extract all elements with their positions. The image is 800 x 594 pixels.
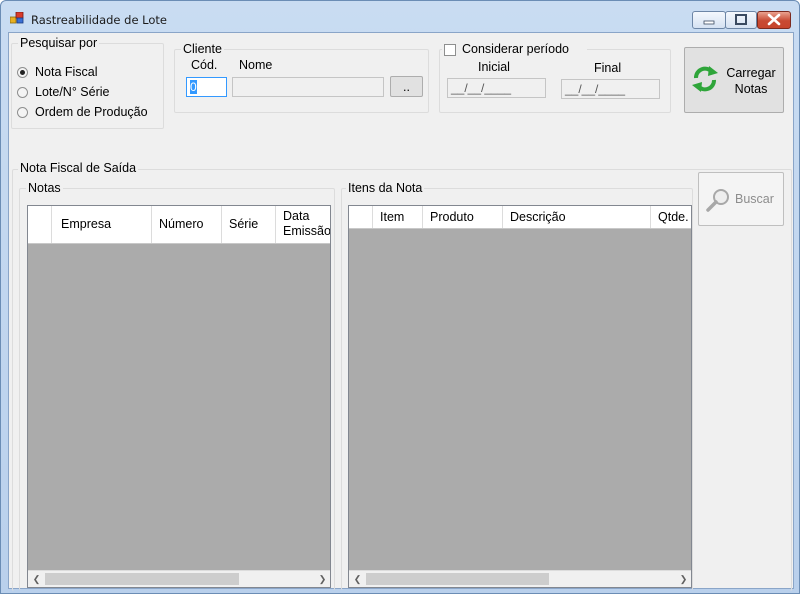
itens-grid[interactable]: Item Produto Descrição Qtde. ❮ ❯ — [348, 205, 692, 588]
carregar-label-line1: Carregar — [726, 66, 776, 80]
itens-legend: Itens da Nota — [346, 181, 425, 195]
cliente-legend: Cliente — [181, 42, 224, 56]
col-produto[interactable]: Produto — [423, 206, 503, 228]
col-serie[interactable]: Série — [222, 206, 276, 243]
notas-grid[interactable]: Empresa Número Série Data Emissão ❮ ❯ — [27, 205, 331, 588]
nota-saida-legend: Nota Fiscal de Saída — [18, 161, 139, 175]
main-window: Rastreabilidade de Lote Pesquisar por No… — [0, 0, 800, 594]
radio-nota-fiscal[interactable] — [17, 67, 28, 78]
cod-label: Cód. — [191, 58, 218, 72]
refresh-icon — [692, 66, 718, 92]
carregar-notas-button[interactable]: Carregar Notas — [684, 47, 784, 113]
close-icon — [767, 13, 781, 26]
inicial-label: Inicial — [478, 60, 510, 74]
itens-row-header-col — [349, 206, 373, 228]
col-data-emissao[interactable]: Data Emissão — [276, 206, 330, 243]
cliente-nome-input[interactable] — [232, 77, 384, 97]
radio-ordem-producao[interactable] — [17, 107, 28, 118]
considerar-periodo-checkbox[interactable] — [444, 44, 456, 56]
col-qtde[interactable]: Qtde. — [651, 206, 691, 228]
col-numero[interactable]: Número — [152, 206, 222, 243]
radio-label-lote-serie[interactable]: Lote/N° Série — [35, 85, 109, 99]
col-item[interactable]: Item — [373, 206, 423, 228]
notas-grid-header: Empresa Número Série Data Emissão — [28, 206, 330, 244]
client-area: Pesquisar por Nota Fiscal Lote/N° Série … — [8, 32, 794, 591]
window-title: Rastreabilidade de Lote — [31, 13, 168, 27]
app-icon — [10, 12, 24, 24]
buscar-label: Buscar — [735, 192, 774, 206]
notas-horizontal-scrollbar[interactable]: ❮ ❯ — [28, 570, 330, 587]
minimize-icon — [703, 20, 715, 25]
maximize-icon — [735, 14, 747, 25]
nome-label: Nome — [239, 58, 273, 72]
scroll-right-icon[interactable]: ❯ — [676, 572, 691, 586]
itens-horizontal-scrollbar[interactable]: ❮ ❯ — [349, 570, 691, 587]
buscar-button[interactable]: Buscar — [698, 172, 784, 226]
scroll-right-icon[interactable]: ❯ — [315, 572, 330, 586]
close-button[interactable] — [757, 11, 791, 29]
minimize-button[interactable] — [692, 11, 726, 29]
notas-legend: Notas — [26, 181, 63, 195]
magnifier-icon — [706, 189, 729, 212]
pesquisar-legend: Pesquisar por — [18, 36, 100, 50]
notas-scroll-thumb[interactable] — [45, 573, 239, 585]
cliente-cod-input[interactable]: 0 — [186, 77, 227, 97]
data-inicial-input[interactable]: __/__/____ — [447, 78, 546, 98]
title-bar[interactable]: Rastreabilidade de Lote — [1, 1, 799, 32]
carregar-label-line2: Notas — [734, 82, 768, 96]
considerar-periodo-label[interactable]: Considerar período — [462, 42, 569, 56]
notas-row-header-col — [28, 206, 52, 243]
radio-label-nota-fiscal[interactable]: Nota Fiscal — [35, 65, 98, 79]
data-final-input[interactable]: __/__/____ — [561, 79, 660, 99]
scroll-left-icon[interactable]: ❮ — [350, 572, 365, 586]
maximize-button[interactable] — [725, 11, 757, 29]
browse-cliente-button[interactable]: .. — [390, 76, 423, 97]
scroll-left-icon[interactable]: ❮ — [29, 572, 44, 586]
radio-lote-serie[interactable] — [17, 87, 28, 98]
itens-grid-header: Item Produto Descrição Qtde. — [349, 206, 691, 229]
cliente-cod-value: 0 — [190, 80, 197, 94]
radio-label-ordem-producao[interactable]: Ordem de Produção — [35, 105, 148, 119]
itens-scroll-thumb[interactable] — [366, 573, 549, 585]
col-empresa[interactable]: Empresa — [52, 206, 152, 243]
final-label: Final — [594, 61, 622, 75]
col-descricao[interactable]: Descrição — [503, 206, 651, 228]
